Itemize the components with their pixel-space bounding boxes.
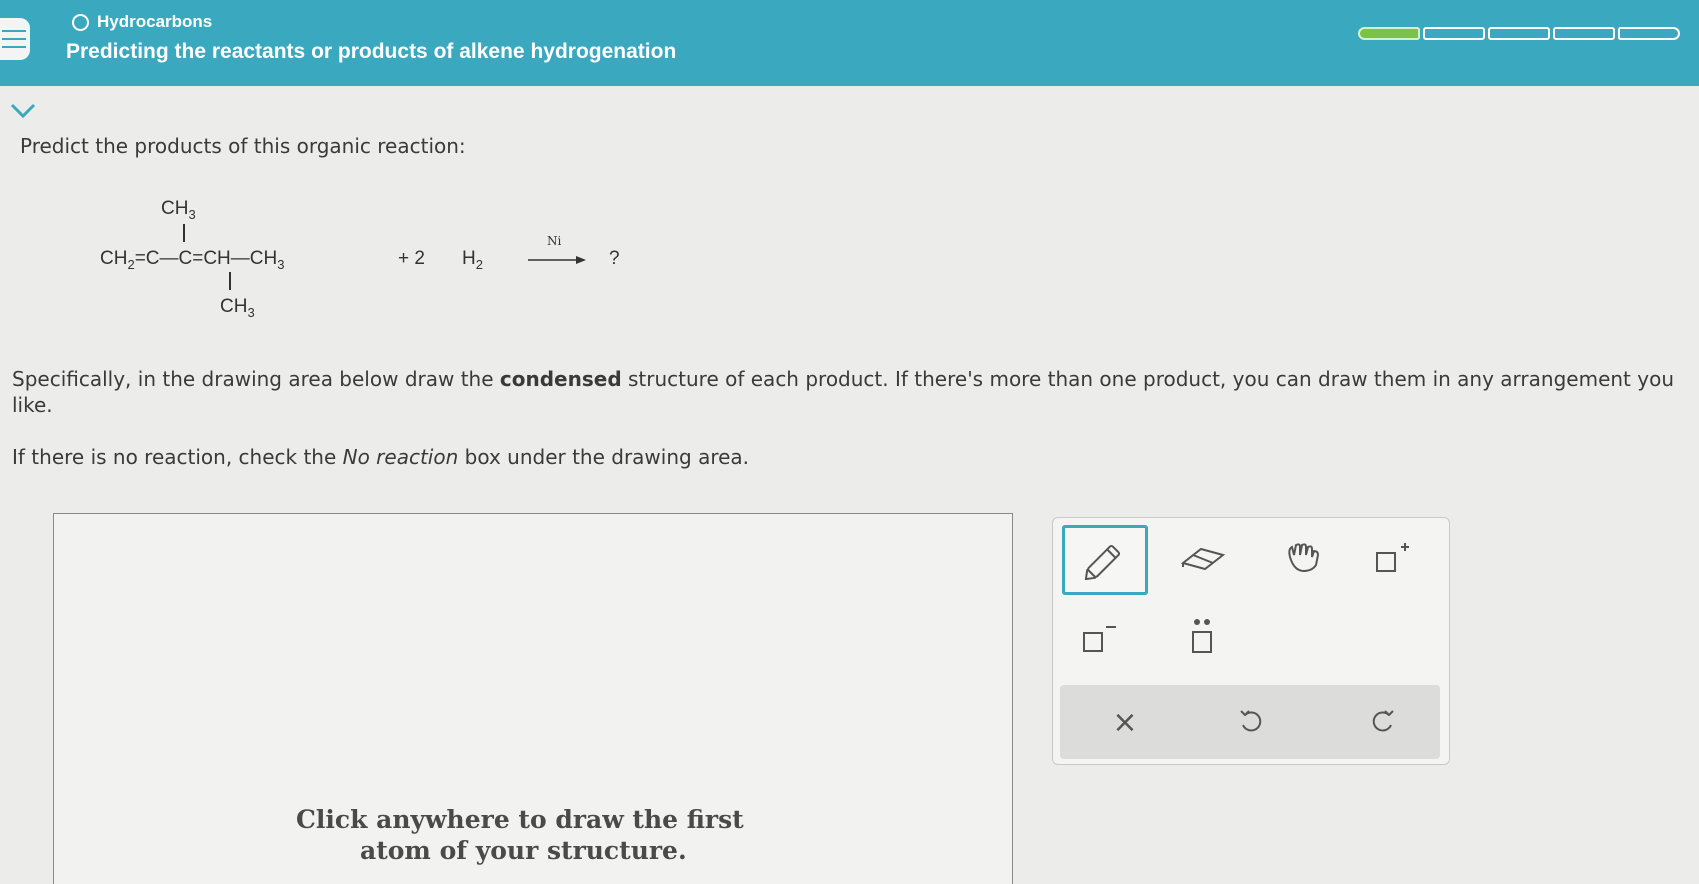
- page-title: Predicting the reactants or products of …: [66, 40, 677, 63]
- menu-icon-bar: [2, 38, 26, 40]
- h2-reagent: H2: [462, 248, 483, 272]
- positive-charge-button[interactable]: [1368, 534, 1418, 584]
- ch3-top-text: CH: [161, 198, 189, 219]
- instructions: Specifically, in the drawing area below …: [12, 366, 1699, 418]
- collapse-button[interactable]: [8, 96, 38, 126]
- chevron-down-icon: [10, 103, 36, 119]
- progress-segment: [1423, 27, 1485, 40]
- redo-button[interactable]: [1356, 695, 1410, 749]
- topic-text: Hydrocarbons: [97, 12, 213, 31]
- redo-icon: [1372, 710, 1394, 732]
- header-bar: Hydrocarbons Predicting the reactants or…: [0, 0, 1699, 86]
- plus-coefficient: + 2: [398, 248, 425, 269]
- no-reaction-text-1: If there is no reaction, check the: [12, 445, 343, 469]
- h2-text: H: [462, 248, 476, 269]
- negative-charge-icon: [1083, 626, 1116, 652]
- no-reaction-text-2: box under the drawing area.: [458, 445, 750, 469]
- clear-button[interactable]: ×: [1098, 695, 1152, 749]
- menu-icon-bar: [2, 46, 26, 48]
- h2-sub: 2: [475, 256, 483, 272]
- pencil-tool-button[interactable]: [1062, 525, 1148, 595]
- eraser-tool-button[interactable]: [1173, 534, 1233, 584]
- ch3-bottom-text: CH: [220, 296, 248, 317]
- reaction-equation: CH3 CH2=C—C=CH—CH3 + 2 H2 Ni ? CH3: [0, 190, 700, 330]
- progress-segment: [1618, 27, 1680, 40]
- ch3-end-sub: 3: [277, 256, 285, 272]
- ch3-bottom: CH3: [220, 296, 255, 320]
- canvas-hint-line2: atom of your structure.: [360, 836, 687, 865]
- question-prompt: Predict the products of this organic rea…: [20, 134, 466, 158]
- instructions-text-1: Specifically, in the drawing area below …: [12, 367, 500, 391]
- no-reaction-italic: No reaction: [342, 445, 459, 469]
- progress-bar: [1358, 27, 1680, 40]
- undo-button[interactable]: [1224, 695, 1278, 749]
- ch3-top-sub: 3: [188, 206, 196, 222]
- ch2-sub: 2: [127, 256, 135, 272]
- menu-icon: [2, 30, 26, 32]
- action-bar: ×: [1060, 685, 1440, 759]
- eraser-icon: [1180, 547, 1226, 571]
- reaction-arrow-icon: [528, 256, 586, 264]
- drawing-canvas[interactable]: Click anywhere to draw the first atom of…: [53, 513, 1013, 884]
- ch3-top: CH3: [161, 198, 196, 222]
- lone-pair-icon: [1192, 619, 1212, 653]
- bond-bottom: [229, 272, 231, 290]
- pencil-icon: [1084, 544, 1121, 580]
- progress-segment: [1358, 27, 1420, 40]
- undo-icon: [1240, 710, 1262, 732]
- negative-charge-button[interactable]: [1075, 614, 1125, 664]
- product-unknown: ?: [609, 248, 620, 269]
- topic-circle-icon: [72, 13, 89, 31]
- progress-segment: [1553, 27, 1615, 40]
- lone-pair-button[interactable]: [1177, 610, 1227, 664]
- positive-charge-icon: [1376, 543, 1409, 572]
- bond-top: [183, 224, 185, 242]
- drawing-toolbar: ×: [1052, 517, 1450, 765]
- ch3-bottom-sub: 3: [247, 304, 255, 320]
- chain-text: =C—C=CH—CH: [134, 248, 278, 269]
- clear-icon: ×: [1112, 704, 1138, 740]
- catalyst-label: Ni: [547, 234, 562, 248]
- main-chain: CH2=C—C=CH—CH3: [100, 248, 284, 272]
- ch2-text: CH: [100, 248, 128, 269]
- progress-segment: [1488, 27, 1550, 40]
- topic-label: Hydrocarbons: [72, 12, 212, 32]
- menu-button[interactable]: [0, 18, 30, 60]
- instructions-bold: condensed: [499, 367, 622, 391]
- no-reaction-note: If there is no reaction, check the No re…: [12, 445, 749, 469]
- hand-tool-button[interactable]: [1279, 532, 1329, 582]
- hand-icon: [1288, 543, 1320, 573]
- canvas-hint-line1: Click anywhere to draw the first: [296, 805, 744, 834]
